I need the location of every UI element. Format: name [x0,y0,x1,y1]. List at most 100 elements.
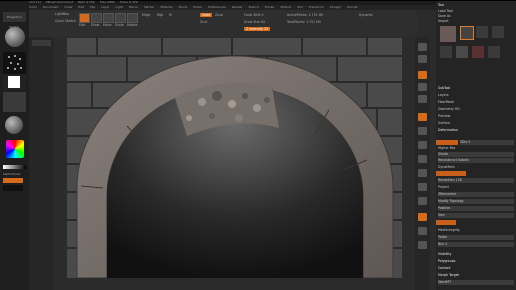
rotate-view-button[interactable] [418,197,427,205]
primary-color-swatch[interactable] [3,178,23,183]
preview-section[interactable]: Preview [438,114,514,119]
color-picker[interactable] [3,140,26,162]
switch-color-label[interactable]: SwitchColor [3,172,26,176]
subtool-section[interactable]: SubTool [438,86,514,91]
frame-button[interactable] [418,155,427,163]
menu-tool[interactable]: Tool [297,5,303,9]
menu-file[interactable]: File [90,5,95,9]
polish-slider[interactable]: Polish [438,235,514,240]
reconstruct-button[interactable]: Reconstruct Subdiv [438,158,514,163]
material-thumbnail[interactable] [5,116,23,134]
menu-zplugin[interactable]: Zplugin [330,5,341,9]
dynamesh-toggle[interactable] [436,171,466,176]
move-view-button[interactable] [418,169,427,177]
divide-button[interactable]: Divide [438,152,514,157]
stroke-thumbnail[interactable] [3,52,26,74]
projection-master-button[interactable]: Projection Master [3,12,26,29]
shelf-slot[interactable] [32,40,51,46]
red-thumbnail[interactable] [472,46,484,58]
zoom-button[interactable] [418,83,427,91]
mrgb-button[interactable]: Mrgb [142,13,150,17]
z-intensity-slider[interactable]: Z Intensity 25 [244,27,271,31]
meshintegrity-toggle[interactable] [436,220,456,225]
menu-render[interactable]: Render [232,5,243,9]
cube-thumbnail[interactable] [440,46,452,58]
project-button[interactable]: Project [438,185,514,190]
menu-movie[interactable]: Movie [178,5,187,9]
menu-zscript[interactable]: Zscript [347,5,357,9]
menu-preferences[interactable]: Preferences [208,5,226,9]
menu-edit[interactable]: Edit [78,5,84,9]
sdiv-slider[interactable]: SDiv 5 [460,140,514,145]
visibility-section[interactable]: Visibility [438,252,514,257]
quick-sketch-button[interactable]: Quick Sketch [55,19,76,23]
menu-transform[interactable]: Transform [309,5,324,9]
deformation-section[interactable]: Deformation [438,128,514,133]
cylinder-thumbnail[interactable] [456,46,468,58]
menu-material[interactable]: Material [160,5,172,9]
viewport-canvas[interactable] [67,38,402,278]
surface-section[interactable]: Surface [438,121,514,126]
menu-stroke[interactable]: Stroke [265,5,275,9]
bpr-button[interactable] [418,43,427,51]
menu-picker[interactable]: Picker [193,5,202,9]
polyf-button[interactable] [418,213,427,221]
menu-texture[interactable]: Texture [280,5,291,9]
secondary-color-swatch[interactable] [3,185,23,191]
scale-view-button[interactable] [418,183,427,191]
scale-button[interactable] [115,13,126,23]
position-section[interactable]: Position [438,206,514,211]
menu-color[interactable]: Color [29,5,37,9]
layers-section[interactable]: Layers [438,93,514,98]
resolution-slider[interactable]: Resolution 128 [438,178,514,183]
lightbox-button[interactable]: LightBox [55,12,69,16]
storemt-button[interactable]: StoreMT [438,280,514,285]
zremesher-section[interactable]: ZRemesher [438,192,514,197]
spix-button[interactable] [418,55,427,63]
scroll-button[interactable] [418,71,427,79]
sphere-thumbnail[interactable] [492,26,504,38]
transp-button[interactable] [418,227,427,235]
edit-button[interactable] [79,13,90,23]
rotate-button[interactable] [127,13,138,23]
menu-document[interactable]: Document [43,5,59,9]
tool-thumbnail[interactable] [440,26,456,42]
persp-button[interactable] [418,113,427,121]
zcut-button[interactable]: Zcut [200,20,207,24]
size-section[interactable]: Size [438,213,514,218]
dynamic-button[interactable]: Dynamic [359,13,373,17]
draw-size-slider[interactable]: Draw Size 64 [244,20,265,24]
menu-light[interactable]: Light [115,5,123,9]
focal-shift-slider[interactable]: Focal Shift 0 [244,13,264,17]
brush-thumbnail[interactable] [5,27,25,47]
menu-layer[interactable]: Layer [101,5,109,9]
menu-macro[interactable]: Macro [129,5,138,9]
move-button[interactable] [103,13,114,23]
contact-section[interactable]: Contact [438,266,514,271]
menu-marker[interactable]: Marker [144,5,154,9]
blur-slider[interactable]: Blur 2 [438,242,514,247]
plane-thumbnail[interactable] [488,46,500,58]
menu-draw[interactable]: Draw [64,5,72,9]
zsub-button[interactable]: Zsub [215,13,223,17]
rgb-button[interactable]: Rgb [157,13,163,17]
subtool-thumbnail[interactable] [460,26,474,40]
draw-button[interactable] [91,13,102,23]
modify-topology-section[interactable]: Modify Topology [438,199,514,204]
m-button[interactable]: M [169,13,172,17]
dynamesh-section[interactable]: DynaMesh [438,165,514,170]
gradient-button[interactable] [3,165,26,169]
alpha-thumbnail[interactable] [3,74,26,90]
local-button[interactable] [418,141,427,149]
fibermesh-section[interactable]: FiberMesh [438,100,514,105]
lower-res-button[interactable] [436,140,458,145]
import-button[interactable]: Import [438,19,514,24]
geometry-hd-section[interactable]: Geometry HD [438,107,514,112]
morph-target-section[interactable]: Morph Target [438,273,514,278]
texture-thumbnail[interactable] [3,92,26,112]
solo-button[interactable] [418,241,427,249]
meshintegrity-section[interactable]: MeshIntegrity [438,228,514,233]
floor-button[interactable] [418,127,427,135]
polymesh-thumbnail[interactable] [476,26,488,38]
polygroups-section[interactable]: Polygroups [438,259,514,264]
